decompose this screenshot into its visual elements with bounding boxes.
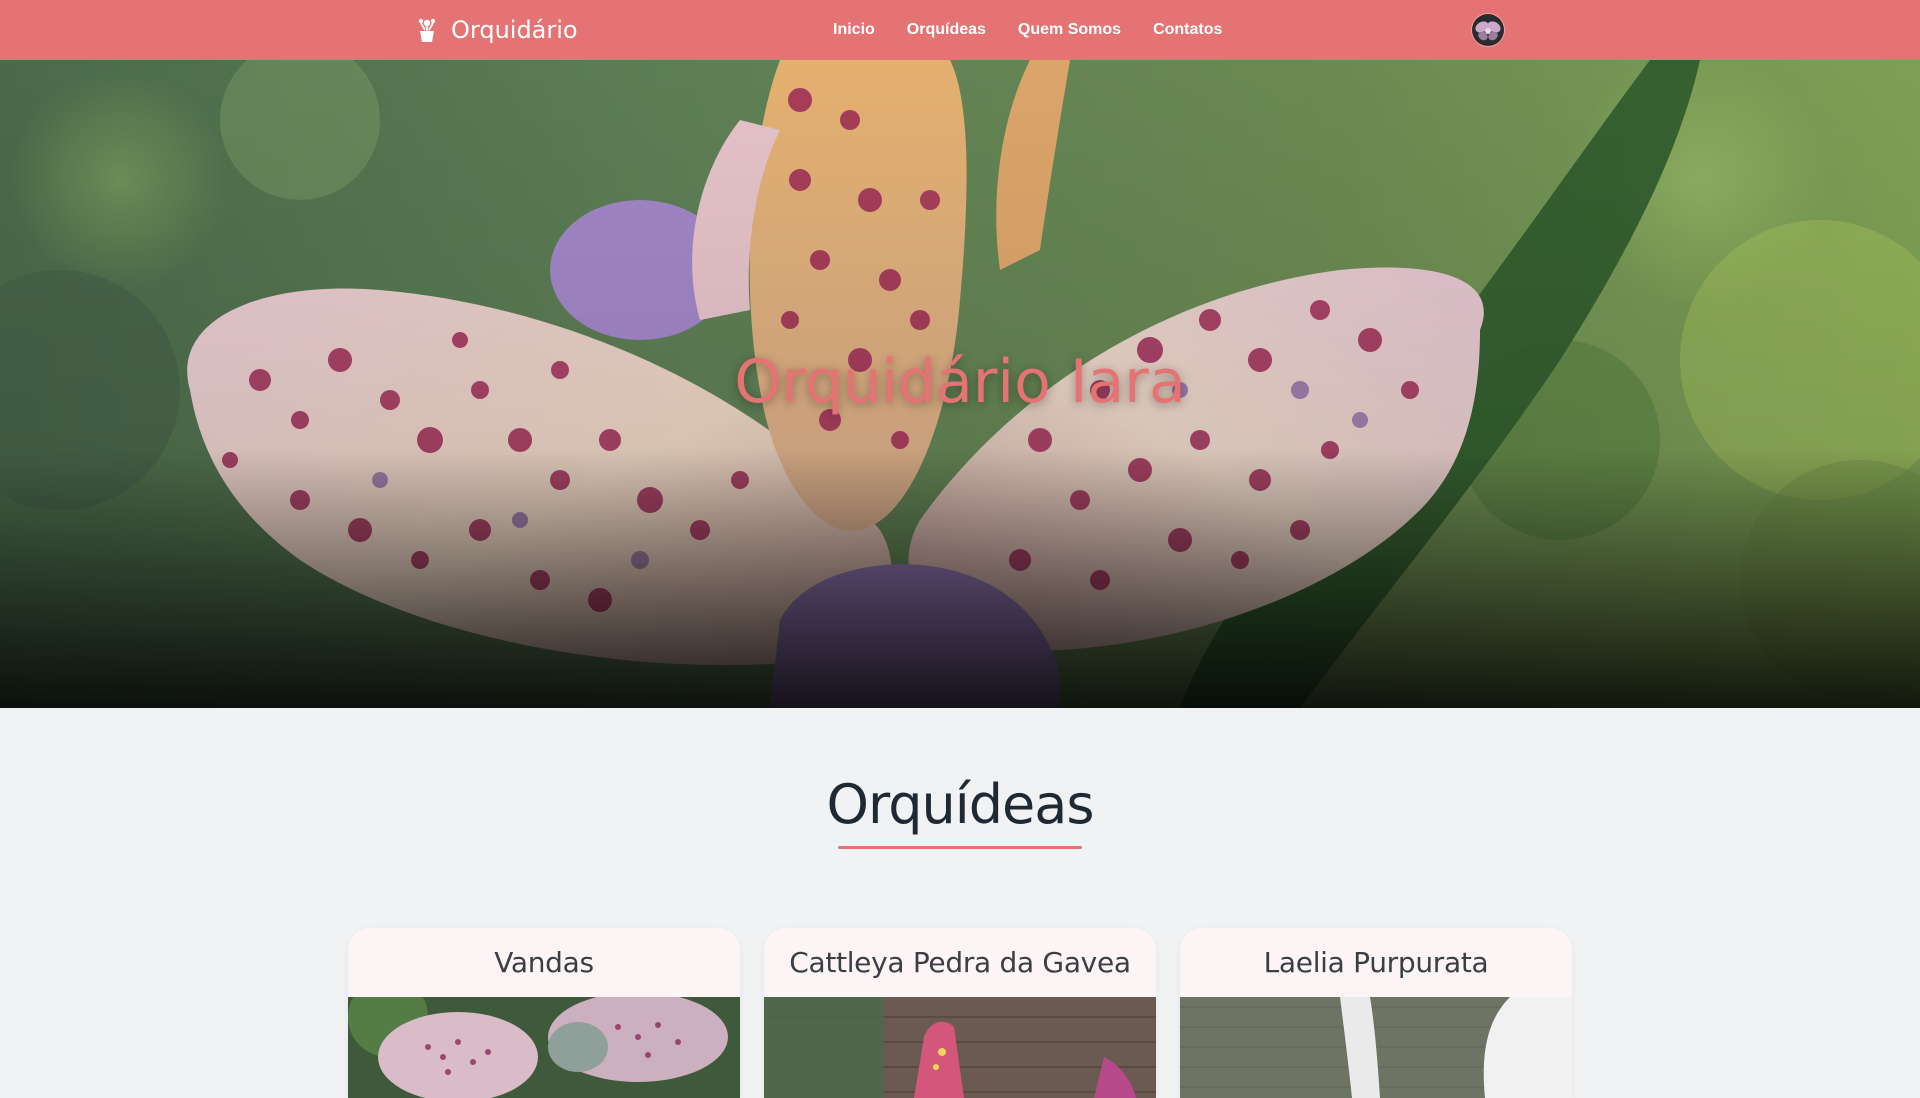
- flower-pot-icon: [418, 18, 436, 42]
- orchid-card-vandas[interactable]: Vandas: [348, 928, 740, 1098]
- nav-link-contatos[interactable]: Contatos: [1153, 21, 1222, 39]
- card-title: Vandas: [494, 946, 594, 979]
- title-underline: [838, 846, 1082, 849]
- nav-link-inicio[interactable]: Inicio: [833, 21, 875, 39]
- card-header: Laelia Purpurata: [1180, 928, 1572, 997]
- card-title: Laelia Purpurata: [1263, 946, 1489, 979]
- card-header: Cattleya Pedra da Gavea: [764, 928, 1156, 997]
- hero-banner: Orquidário Iara: [0, 60, 1920, 708]
- main-nav: Inicio Orquídeas Quem Somos Contatos: [833, 0, 1222, 60]
- orchid-avatar-icon: [1472, 14, 1504, 46]
- navbar: Orquidário Inicio Orquídeas Quem Somos C…: [0, 0, 1920, 60]
- brand-link[interactable]: Orquidário: [415, 0, 578, 60]
- hero-title: Orquidário Iara: [734, 347, 1186, 417]
- card-image-laelia: [1180, 997, 1572, 1098]
- card-header: Vandas: [348, 928, 740, 997]
- orchid-card-cattleya[interactable]: Cattleya Pedra da Gavea: [764, 928, 1156, 1098]
- brand-name: Orquidário: [451, 16, 578, 44]
- orchid-card-laelia[interactable]: Laelia Purpurata: [1180, 928, 1572, 1098]
- user-avatar[interactable]: [1472, 14, 1504, 46]
- card-image-vandas: [348, 997, 740, 1098]
- card-title: Cattleya Pedra da Gavea: [789, 946, 1131, 979]
- card-image-cattleya: [764, 997, 1156, 1098]
- nav-link-quem-somos[interactable]: Quem Somos: [1018, 21, 1121, 39]
- section-title: Orquídeas: [826, 773, 1095, 836]
- nav-link-orquideas[interactable]: Orquídeas: [907, 21, 986, 39]
